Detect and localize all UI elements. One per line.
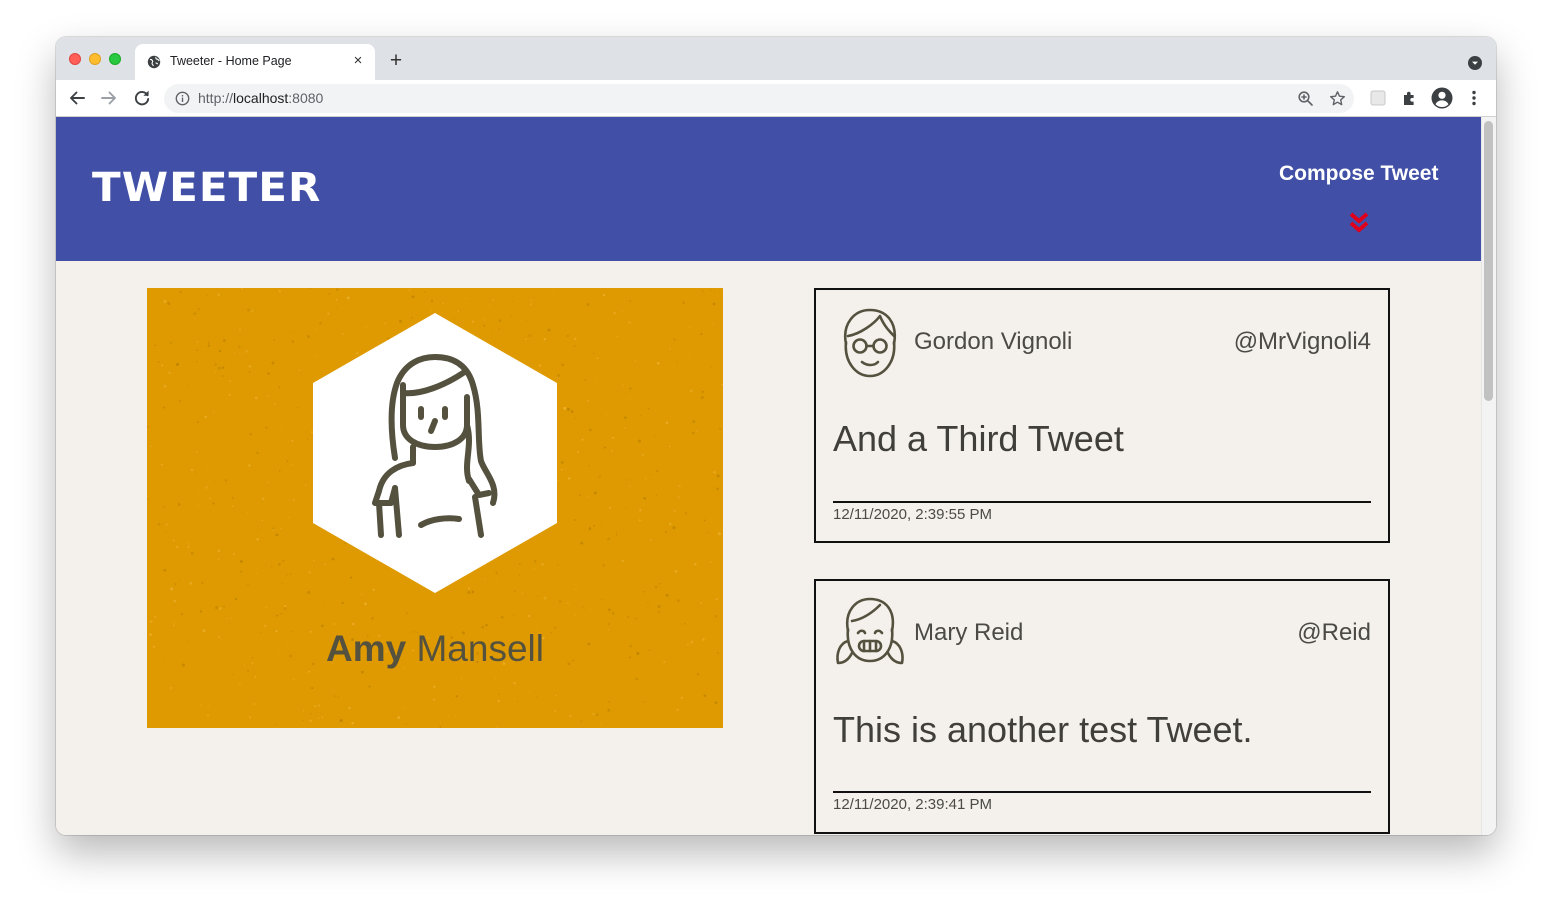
- boy-glasses-avatar-icon: [843, 308, 897, 378]
- extension-square-icon[interactable]: [1368, 88, 1388, 108]
- bookmark-star-icon[interactable]: [1329, 90, 1346, 107]
- url-text: http://localhost:8080: [198, 90, 323, 106]
- tab-search-icon[interactable]: [1468, 56, 1482, 70]
- tweet-date: 12/11/2020, 2:39:55 PM: [833, 506, 993, 523]
- tab-home[interactable]: Tweeter - Home Page ×: [135, 44, 375, 80]
- double-chevron-down-icon[interactable]: [1349, 211, 1369, 235]
- browser-toolbar: http://localhost:8080: [56, 80, 1496, 117]
- url-scheme: http://: [198, 90, 234, 106]
- more-menu-icon[interactable]: [1464, 88, 1484, 108]
- tab-strip: Tweeter - Home Page × +: [56, 37, 1496, 80]
- profile-name: Amy Mansell: [147, 628, 723, 670]
- profile-first-name: Amy: [326, 628, 407, 669]
- tweet-date: 12/11/2020, 2:39:41 PM: [833, 796, 993, 813]
- extensions-puzzle-icon[interactable]: [1400, 88, 1420, 108]
- tab-close-button[interactable]: ×: [349, 52, 367, 70]
- reload-icon[interactable]: [131, 87, 153, 109]
- tweet-card: Mary Reid @Reid This is another test Twe…: [814, 579, 1390, 834]
- site-logo[interactable]: TWEETER: [92, 165, 321, 211]
- tab-title: Tweeter - Home Page: [170, 54, 292, 68]
- close-window-button[interactable]: [69, 53, 81, 65]
- profile-avatar-icon: [313, 313, 557, 593]
- profile-avatar-icon[interactable]: [1431, 87, 1453, 109]
- compose-tweet-link[interactable]: Compose Tweet: [1279, 162, 1438, 186]
- url-port: :8080: [288, 90, 324, 106]
- profile-card: Amy Mansell: [147, 288, 723, 728]
- site-header: TWEETER Compose Tweet: [56, 117, 1481, 261]
- tweet-handle[interactable]: @MrVignoli4: [1234, 328, 1371, 356]
- profile-last-name: Mansell: [416, 628, 544, 669]
- girl-pigtails-avatar-icon: [836, 597, 904, 665]
- back-arrow-icon[interactable]: [66, 87, 88, 109]
- forward-arrow-icon[interactable]: [98, 87, 120, 109]
- tweet-divider: [833, 791, 1371, 793]
- tweet-card: Gordon Vignoli @MrVignoli4 And a Third T…: [814, 288, 1390, 543]
- globe-icon: [147, 55, 161, 69]
- minimize-window-button[interactable]: [89, 53, 101, 65]
- browser-window: Tweeter - Home Page × + http://localhost…: [56, 37, 1496, 835]
- new-tab-button[interactable]: +: [384, 49, 408, 73]
- page-scrollbar[interactable]: [1481, 117, 1496, 835]
- tweet-author[interactable]: Gordon Vignoli: [914, 328, 1072, 356]
- zoom-icon[interactable]: [1297, 90, 1314, 107]
- url-host: localhost: [233, 90, 289, 106]
- info-icon[interactable]: [175, 91, 190, 106]
- zoom-window-button[interactable]: [109, 53, 121, 65]
- tweet-divider: [833, 501, 1371, 503]
- scrollbar-thumb[interactable]: [1484, 121, 1493, 401]
- tweet-handle[interactable]: @Reid: [1297, 619, 1371, 647]
- tweet-author[interactable]: Mary Reid: [914, 619, 1023, 647]
- page-viewport: TWEETER Compose Tweet Amy Mansell Gordon…: [56, 117, 1496, 835]
- tweet-content: This is another test Tweet.: [833, 709, 1253, 750]
- address-bar[interactable]: http://localhost:8080: [164, 84, 1354, 113]
- tweet-content: And a Third Tweet: [833, 418, 1124, 459]
